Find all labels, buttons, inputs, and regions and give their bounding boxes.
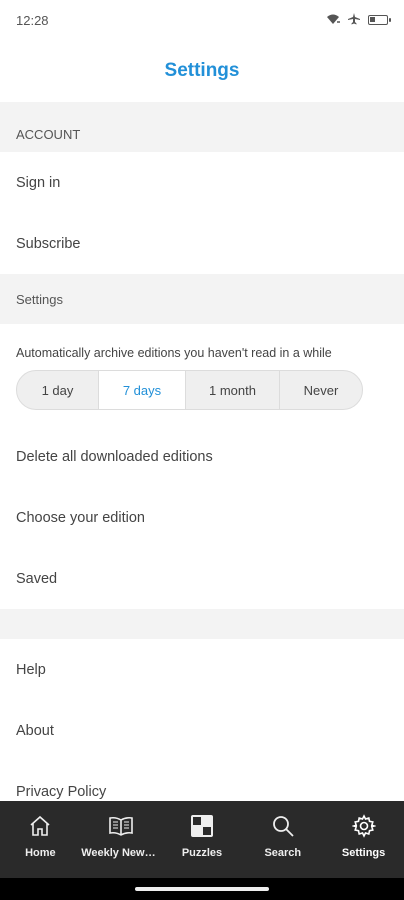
home-indicator[interactable] [135, 887, 269, 891]
page-title: Settings [164, 60, 240, 81]
page-header: Settings [0, 40, 404, 102]
section-divider [0, 609, 404, 639]
choose-edition-item[interactable]: Choose your edition [0, 487, 404, 548]
sign-in-item[interactable]: Sign in [0, 152, 404, 213]
about-item[interactable]: About [0, 700, 404, 761]
nav-home[interactable]: Home [0, 801, 81, 878]
archive-option-1-day[interactable]: 1 day [17, 371, 99, 409]
system-nav-bar [0, 878, 404, 900]
nav-search-label: Search [264, 847, 302, 859]
archive-option-7-days[interactable]: 7 days [99, 371, 186, 409]
archive-setting: Automatically archive editions you haven… [0, 324, 404, 410]
gear-icon [351, 813, 377, 839]
nav-puzzles-label: Puzzles [181, 847, 223, 859]
help-item[interactable]: Help [0, 639, 404, 700]
nav-settings[interactable]: Settings [323, 801, 404, 878]
status-icons [326, 12, 391, 28]
section-header-account: ACCOUNT [0, 102, 404, 152]
wifi-icon [326, 13, 340, 28]
subscribe-item[interactable]: Subscribe [0, 213, 404, 274]
search-icon [270, 813, 296, 839]
airplane-icon [348, 12, 360, 28]
saved-item[interactable]: Saved [0, 548, 404, 609]
book-icon [108, 813, 134, 839]
nav-weekly-news-label: Weekly News… [81, 847, 162, 859]
bottom-nav: Home Weekly News… Puzzles Search Setting… [0, 801, 404, 878]
archive-interval-selector: 1 day 7 days 1 month Never [16, 370, 363, 410]
battery-icon [368, 15, 391, 25]
spacer [0, 410, 404, 426]
nav-settings-label: Settings [341, 847, 386, 859]
battery-level [370, 17, 375, 22]
status-time: 12:28 [16, 12, 49, 28]
puzzle-icon [189, 813, 215, 839]
delete-downloads-item[interactable]: Delete all downloaded editions [0, 426, 404, 487]
archive-option-1-month[interactable]: 1 month [186, 371, 280, 409]
home-icon [27, 813, 53, 839]
section-header-settings: Settings [0, 274, 404, 324]
nav-search[interactable]: Search [242, 801, 323, 878]
archive-option-never[interactable]: Never [280, 371, 362, 409]
nav-puzzles[interactable]: Puzzles [162, 801, 243, 878]
status-bar: 12:28 [0, 0, 404, 40]
nav-weekly-news[interactable]: Weekly News… [81, 801, 162, 878]
archive-description: Automatically archive editions you haven… [16, 346, 332, 360]
nav-home-label: Home [25, 847, 56, 859]
